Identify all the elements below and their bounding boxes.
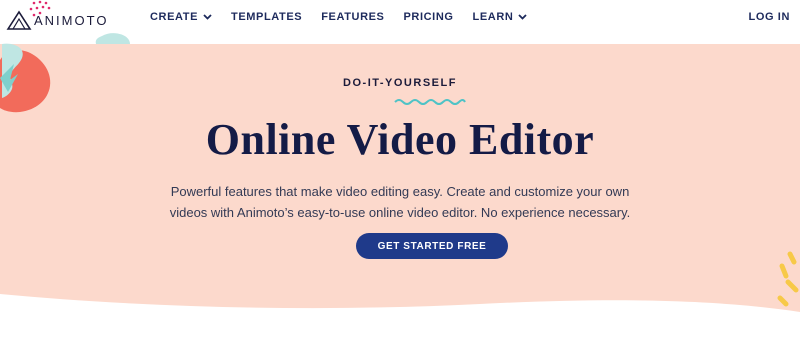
decorative-dashes-right [777, 251, 799, 307]
nav-item-label: TEMPLATES [231, 11, 303, 23]
nav-item-label: FEATURES [321, 11, 385, 23]
hero-description: Powerful features that make video editin… [169, 184, 631, 220]
hero-section: DO-IT-YOURSELF Online Video Editor Power… [0, 44, 800, 314]
nav-item-label: LEARN [472, 11, 514, 23]
brand-name: ANIMOTO [34, 12, 109, 28]
chevron-down-icon [203, 14, 212, 20]
top-navigation: ANIMOTO CREATE TEMPLATES FEATURES PRICIN… [0, 0, 800, 44]
nav-item-pricing[interactable]: PRICING [403, 11, 453, 23]
nav-item-learn[interactable]: LEARN [473, 11, 528, 23]
nav-item-create[interactable]: CREATE [150, 11, 212, 23]
hero-title: Online Video Editor [205, 115, 595, 164]
chevron-down-icon [518, 14, 528, 20]
hero-eyebrow: DO-IT-YOURSELF [343, 77, 457, 89]
nav-item-features[interactable]: FEATURES [321, 11, 384, 23]
hero-wave-divider [0, 294, 800, 350]
wave-squiggle-icon [394, 99, 466, 105]
nav-item-templates[interactable]: TEMPLATES [231, 11, 302, 23]
animoto-logo[interactable]: ANIMOTO [6, 8, 108, 32]
nav-item-label: CREATE [150, 11, 199, 23]
get-started-free-button[interactable]: GET STARTED FREE [356, 233, 508, 259]
login-link[interactable]: LOG IN [749, 11, 791, 23]
nav-item-label: PRICING [403, 11, 454, 23]
animoto-logo-icon [6, 10, 32, 30]
main-menu: CREATE TEMPLATES FEATURES PRICING LEARN [150, 11, 546, 23]
